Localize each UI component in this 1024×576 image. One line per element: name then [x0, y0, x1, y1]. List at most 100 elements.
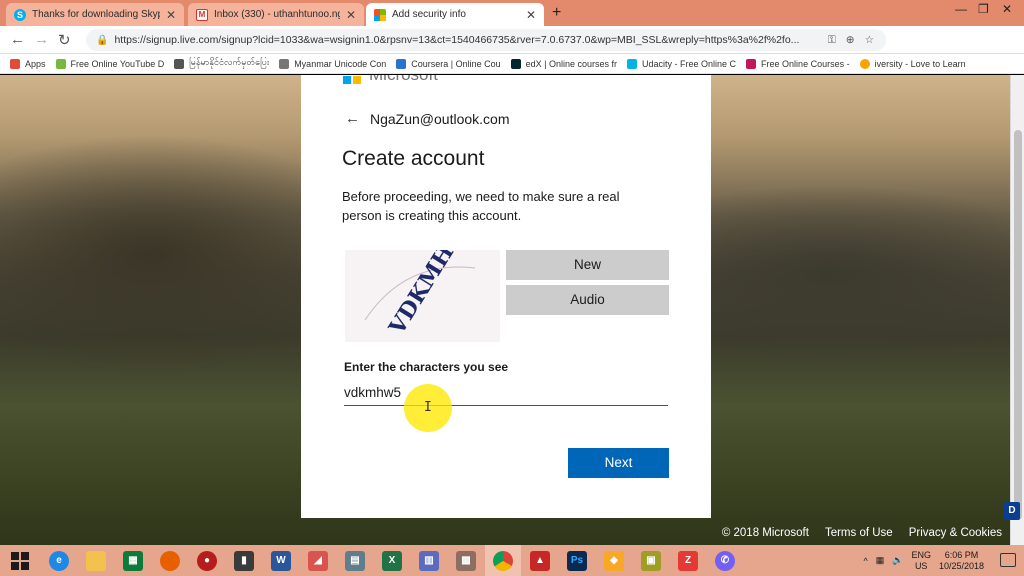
bookmark-icon — [55, 58, 66, 69]
taskbar-chrome[interactable] — [485, 545, 521, 576]
bookmark-item[interactable]: Myanmar Unicode Con — [279, 58, 386, 69]
maximize-icon[interactable]: ❐ — [978, 2, 989, 16]
new-captcha-button[interactable]: New — [506, 250, 669, 280]
taskbar-app[interactable]: ▩ — [448, 545, 484, 576]
next-button[interactable]: Next — [568, 448, 669, 478]
account-email: NgaZun@outlook.com — [370, 110, 510, 127]
close-icon[interactable]: ✕ — [526, 8, 536, 22]
captcha-input[interactable] — [344, 380, 668, 406]
tab-label: Add security info — [392, 9, 466, 20]
privacy-link[interactable]: Privacy & Cookies — [909, 527, 1002, 539]
bookmark-item[interactable]: iversity - Love to Learn — [859, 58, 966, 69]
tab-skype[interactable]: S Thanks for downloading Skype ✕ — [6, 3, 184, 26]
edx-icon — [510, 58, 521, 69]
captcha-chars: VDKMHW5 — [384, 250, 481, 340]
back-icon[interactable]: ← — [10, 31, 25, 48]
overlay-logo-icon: D — [1004, 502, 1020, 520]
taskbar-firefox[interactable] — [152, 545, 188, 576]
iversity-icon — [859, 58, 870, 69]
tray-chevron-icon[interactable]: ^ — [863, 556, 867, 566]
close-icon[interactable]: ✕ — [346, 8, 356, 22]
action-center-icon[interactable] — [1000, 553, 1016, 567]
bookmark-item[interactable]: Coursera | Online Cou — [396, 58, 501, 69]
audio-captcha-button[interactable]: Audio — [506, 285, 669, 315]
taskbar-photoshop[interactable]: Ps — [559, 545, 595, 576]
bookmark-icon — [174, 58, 185, 69]
network-icon[interactable]: ▦ — [876, 555, 885, 566]
bookmark-label: Free Online YouTube D — [70, 58, 165, 69]
start-button[interactable] — [0, 545, 40, 576]
key-icon[interactable]: ⚿ — [828, 34, 836, 47]
tab-label: Thanks for downloading Skype — [32, 9, 160, 20]
app-icon: ▩ — [456, 550, 476, 571]
taskbar-app[interactable]: ▥ — [411, 545, 447, 576]
taskbar-ie[interactable]: e — [41, 545, 77, 576]
tab-gmail[interactable]: M Inbox (330) - uthanhtunoo.ngazun ✕ — [188, 3, 364, 26]
taskbar-word[interactable]: W — [263, 545, 299, 576]
address-bar-row: ← → ↻ 🔒 https://signup.live.com/signup?l… — [0, 26, 1024, 72]
page-footer: © 2018 Microsoft Terms of Use Privacy & … — [722, 527, 1002, 539]
star-icon[interactable]: ☆ — [865, 34, 874, 46]
taskbar-excel[interactable]: X — [374, 545, 410, 576]
app-icon: ◆ — [604, 550, 624, 571]
microsoft-icon — [374, 8, 386, 21]
text-cursor-icon: I — [424, 400, 432, 415]
taskbar-app[interactable]: ● — [189, 545, 225, 576]
bookmark-label: edX | Online courses fr — [525, 58, 618, 69]
microsoft-logo-icon — [343, 75, 361, 84]
taskbar-app[interactable]: ▣ — [633, 545, 669, 576]
taskbar-app[interactable]: ◢ — [300, 545, 336, 576]
bookmark-item[interactable]: Udacity - Free Online C — [627, 58, 736, 69]
language-indicator[interactable]: ENG US — [911, 550, 931, 572]
new-tab-button[interactable]: + — [552, 4, 561, 22]
forward-icon[interactable]: → — [34, 31, 49, 48]
taskbar-viber[interactable]: ✆ — [707, 545, 743, 576]
captcha-image: VDKMHW5 — [345, 250, 500, 342]
page-scrollbar[interactable] — [1010, 75, 1024, 545]
bookmark-item[interactable]: Free Online Courses - — [746, 58, 850, 69]
microsoft-brand: Microsoft — [343, 75, 438, 85]
taskbar-app[interactable]: ▤ — [337, 545, 373, 576]
page-background: Microsoft ← NgaZun@outlook.com Create ac… — [0, 75, 1010, 545]
tab-add-security-info[interactable]: Add security info ✕ — [366, 3, 544, 26]
taskbar-app[interactable]: ▮ — [226, 545, 262, 576]
taskbar-app[interactable]: Z — [670, 545, 706, 576]
page-icon — [279, 58, 290, 69]
tab-label: Inbox (330) - uthanhtunoo.ngazun — [214, 9, 340, 20]
app-icon: ▲ — [530, 550, 550, 571]
bookmark-item[interactable]: Free Online YouTube D — [55, 58, 165, 69]
taskbar-app[interactable]: ◆ — [596, 545, 632, 576]
bookmark-item[interactable]: edX | Online courses fr — [510, 58, 618, 69]
close-icon[interactable]: ✕ — [166, 8, 176, 22]
volume-icon[interactable]: 🔊 — [892, 555, 903, 566]
zoom-icon[interactable]: ⊕ — [846, 34, 855, 46]
taskbar-app[interactable]: ▦ — [115, 545, 151, 576]
region-code: US — [914, 560, 928, 571]
back-arrow-icon[interactable]: ← — [345, 110, 360, 127]
url-omnibox[interactable]: 🔒 https://signup.live.com/signup?lcid=10… — [86, 29, 886, 51]
ie-icon: e — [49, 550, 69, 571]
bookmark-apps[interactable]: Apps — [10, 58, 46, 69]
photoshop-icon: Ps — [567, 550, 587, 571]
app-icon: ▥ — [419, 550, 439, 571]
identity-back-row[interactable]: ← NgaZun@outlook.com — [345, 110, 510, 127]
app-icon: ▣ — [641, 550, 661, 571]
signup-card: Microsoft ← NgaZun@outlook.com Create ac… — [301, 75, 711, 518]
scrollbar-thumb[interactable] — [1014, 130, 1022, 520]
clock-date: 10/25/2018 — [938, 560, 984, 571]
bookmarks-bar: Apps Free Online YouTube D မြန်မာနိုင်ငံ… — [0, 54, 1024, 74]
reload-icon[interactable]: ↻ — [58, 31, 71, 49]
taskbar-explorer[interactable] — [78, 545, 114, 576]
taskbar-app[interactable]: ▲ — [522, 545, 558, 576]
app-icon: ▦ — [123, 550, 143, 571]
window-close-icon[interactable]: ✕ — [1002, 2, 1012, 16]
app-icon: ▤ — [345, 550, 365, 571]
brand-name: Microsoft — [369, 75, 438, 85]
taskbar-clock[interactable]: 6:06 PM 10/25/2018 — [939, 550, 984, 572]
windows-logo-icon — [11, 551, 29, 570]
minimize-icon[interactable]: — — [955, 2, 967, 16]
app-icon: ● — [197, 550, 217, 571]
excel-icon: X — [382, 550, 402, 571]
bookmark-item[interactable]: မြန်မာနိုင်ငံလက်မှတ်ပြေး — [174, 57, 269, 70]
terms-link[interactable]: Terms of Use — [825, 527, 893, 539]
